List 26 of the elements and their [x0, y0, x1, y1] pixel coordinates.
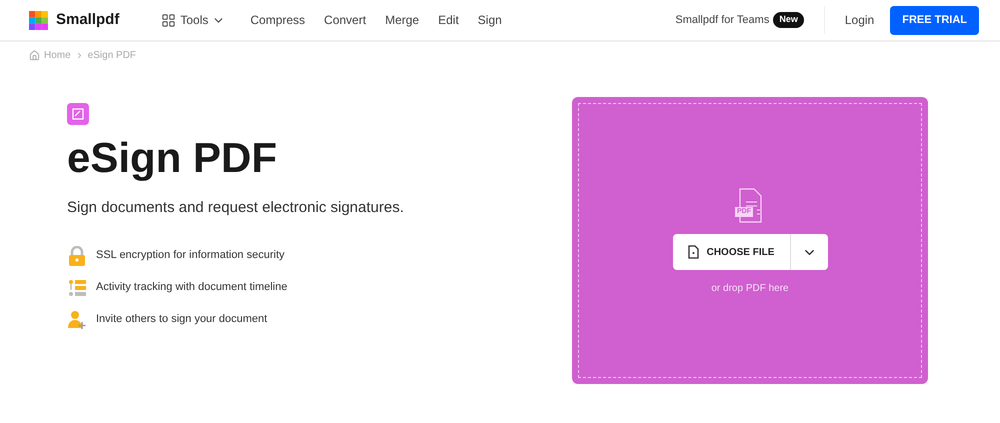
page-title: eSign PDF — [67, 137, 278, 179]
nav-link[interactable]: Convert — [324, 11, 366, 29]
file-icon — [688, 245, 699, 259]
logo-icon[interactable] — [29, 10, 48, 30]
nav-link[interactable]: Merge — [385, 11, 420, 29]
home-icon — [29, 50, 40, 61]
nav-link[interactable]: Sign — [478, 11, 502, 29]
logo-text[interactable]: Smallpdf — [56, 8, 120, 32]
feature-text: Activity tracking with document timeline — [96, 280, 288, 296]
new-badge: New — [773, 12, 804, 28]
tools-menu[interactable]: Tools — [161, 11, 226, 29]
teams-link[interactable]: Smallpdf for Teams — [675, 12, 770, 28]
add-user-icon — [67, 310, 87, 330]
list-icon — [68, 278, 86, 296]
lock-icon — [68, 246, 86, 266]
login-link[interactable]: Login — [844, 11, 874, 29]
nav-link[interactable]: Edit — [438, 11, 459, 29]
feature-text: SSL encryption for information security — [96, 248, 285, 264]
drop-hint: or drop PDF here — [711, 282, 789, 296]
feature-text: Invite others to sign your document — [96, 312, 268, 328]
grid-icon — [161, 12, 176, 28]
page-subtitle: Sign documents and request electronic signatures. — [67, 198, 405, 218]
breadcrumb-current: eSign PDF — [88, 49, 136, 63]
nav-link[interactable]: Compress — [250, 11, 306, 29]
esign-icon — [67, 103, 89, 125]
free-trial-button[interactable]: FREE TRIAL — [890, 6, 979, 34]
